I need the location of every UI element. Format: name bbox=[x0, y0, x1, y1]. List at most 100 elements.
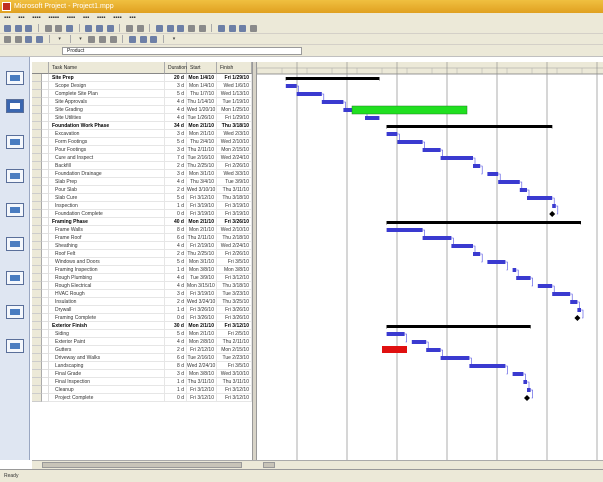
menu-placeholder-8[interactable]: ▪▪▪▪ bbox=[113, 15, 122, 21]
task-name-cell[interactable]: Final Grade bbox=[49, 370, 165, 378]
table-row[interactable]: Slab Prep 4 d Thu 3/4/10 Tue 3/9/10 bbox=[32, 178, 252, 186]
start-cell[interactable]: Thu 2/11/10 bbox=[187, 234, 217, 242]
task-name-cell[interactable]: Inspection bbox=[49, 202, 165, 210]
finish-cell[interactable]: Tue 3/9/10 bbox=[217, 178, 252, 186]
duration-cell[interactable]: 4 d bbox=[165, 282, 187, 290]
table-row[interactable]: Form Footings 5 d Thu 2/4/10 Wed 2/10/10 bbox=[32, 138, 252, 146]
start-cell[interactable]: Fri 3/19/10 bbox=[187, 210, 217, 218]
resource-sheet-view-button[interactable] bbox=[6, 271, 24, 285]
table-row[interactable]: Scope Design 3 d Mon 1/4/10 Wed 1/6/10 bbox=[32, 82, 252, 90]
table-scroll-thumb[interactable] bbox=[42, 462, 242, 468]
save-icon[interactable] bbox=[25, 25, 33, 32]
finish-cell[interactable]: Thu 3/11/10 bbox=[217, 186, 252, 194]
table-row[interactable]: Framing Inspection 1 d Mon 3/8/10 Mon 3/8/1… bbox=[32, 266, 252, 274]
row-header[interactable] bbox=[32, 154, 42, 162]
start-cell[interactable]: Fri 3/26/10 bbox=[187, 314, 217, 322]
duration-cell[interactable]: 4 d bbox=[165, 114, 187, 122]
task-name-cell[interactable]: Framing Phase bbox=[49, 218, 165, 226]
task-name-cell[interactable]: Complete Site Plan bbox=[49, 90, 165, 98]
finish-cell[interactable]: Wed 2/24/10 bbox=[217, 242, 252, 250]
tracking-gantt-view-button[interactable] bbox=[6, 203, 24, 217]
duration-cell[interactable]: 34 d bbox=[165, 122, 187, 130]
duration-cell[interactable]: 1 d bbox=[165, 266, 187, 274]
task-usage-view-button[interactable] bbox=[6, 169, 24, 183]
table-row[interactable]: HVAC Rough 3 d Fri 3/19/10 Tue 3/23/10 bbox=[32, 290, 252, 298]
table-row[interactable]: Driveway and Walks 6 d Tue 2/16/10 Tue 2/23… bbox=[32, 354, 252, 362]
row-header[interactable] bbox=[32, 258, 42, 266]
finish-cell[interactable]: Fri 3/5/10 bbox=[217, 362, 252, 370]
table-row[interactable]: Site Utilities 4 d Tue 1/26/10 Fri 1/29/10 bbox=[32, 114, 252, 122]
table-row[interactable]: Inspection 1 d Fri 3/19/10 Fri 3/19/10 bbox=[32, 202, 252, 210]
task-name-cell[interactable]: Sheathing bbox=[49, 242, 165, 250]
menu-placeholder-7[interactable]: ▪▪▪▪ bbox=[97, 15, 106, 21]
underline-icon[interactable] bbox=[109, 36, 117, 43]
row-header[interactable] bbox=[32, 162, 42, 170]
row-header[interactable] bbox=[32, 186, 42, 194]
row-header[interactable] bbox=[32, 290, 42, 298]
start-cell[interactable]: Wed 3/10/10 bbox=[187, 186, 217, 194]
row-header[interactable] bbox=[32, 178, 42, 186]
row-header[interactable] bbox=[32, 82, 42, 90]
finish-cell[interactable]: Wed 1/13/10 bbox=[217, 90, 252, 98]
task-info-icon[interactable] bbox=[188, 25, 196, 32]
hide-subtasks-icon[interactable] bbox=[36, 36, 44, 43]
duration-cell[interactable]: 8 d bbox=[165, 226, 187, 234]
row-header[interactable] bbox=[32, 74, 42, 82]
table-row[interactable]: Rough Plumbing 4 d Tue 3/9/10 Fri 3/12/10 bbox=[32, 274, 252, 282]
spelling-icon[interactable] bbox=[66, 25, 74, 32]
row-header[interactable] bbox=[32, 378, 42, 386]
row-header[interactable] bbox=[32, 370, 42, 378]
task-name-cell[interactable]: Roof Felt bbox=[49, 250, 165, 258]
row-header[interactable] bbox=[32, 338, 42, 346]
finish-cell[interactable]: Wed 3/3/10 bbox=[217, 170, 252, 178]
network-view-button[interactable] bbox=[6, 135, 24, 149]
start-cell[interactable]: Tue 2/16/10 bbox=[187, 354, 217, 362]
finish-cell[interactable]: Fri 2/5/10 bbox=[217, 330, 252, 338]
task-name-cell[interactable]: Frame Walls bbox=[49, 226, 165, 234]
duration-cell[interactable]: 5 d bbox=[165, 330, 187, 338]
start-cell[interactable]: Mon 2/1/10 bbox=[187, 130, 217, 138]
finish-cell[interactable]: Thu 3/18/10 bbox=[217, 282, 252, 290]
table-row[interactable]: Sheathing 4 d Fri 2/19/10 Wed 2/24/10 bbox=[32, 242, 252, 250]
italic-icon[interactable] bbox=[99, 36, 107, 43]
task-name-cell[interactable]: Cleanup bbox=[49, 386, 165, 394]
finish-cell[interactable]: Fri 3/12/10 bbox=[217, 274, 252, 282]
duration-cell[interactable]: 2 d bbox=[165, 298, 187, 306]
start-cell[interactable]: Mon 2/1/10 bbox=[187, 322, 217, 330]
start-cell[interactable]: Fri 3/12/10 bbox=[187, 394, 217, 402]
table-row[interactable]: Frame Roof 6 d Thu 2/11/10 Thu 2/18/10 bbox=[32, 234, 252, 242]
duration-cell[interactable]: 4 d bbox=[165, 106, 187, 114]
row-header[interactable] bbox=[32, 98, 42, 106]
task-name-cell[interactable]: Cure and Inspect bbox=[49, 154, 165, 162]
finish-cell[interactable]: Fri 3/19/10 bbox=[217, 210, 252, 218]
gantt-scroll-thumb[interactable] bbox=[263, 462, 275, 468]
start-cell[interactable]: Wed 1/20/10 bbox=[187, 106, 217, 114]
gantt-view-button[interactable] bbox=[6, 99, 24, 113]
duration-cell[interactable]: 2 d bbox=[165, 186, 187, 194]
start-cell[interactable]: Mon 3/1/10 bbox=[187, 170, 217, 178]
task-name-cell[interactable]: Rough Electrical bbox=[49, 282, 165, 290]
finish-cell[interactable]: Fri 3/26/10 bbox=[217, 314, 252, 322]
table-row[interactable]: Final Inspection 1 d Thu 3/11/10 Thu 3/11/1… bbox=[32, 378, 252, 386]
finish-cell[interactable]: Wed 1/6/10 bbox=[217, 82, 252, 90]
table-row[interactable]: Windows and Doors 5 d Mon 3/1/10 Fri 3/5/10 bbox=[32, 258, 252, 266]
menu-placeholder-6[interactable]: ▪▪▪ bbox=[83, 15, 89, 21]
task-name-cell[interactable]: Scope Design bbox=[49, 82, 165, 90]
finish-cell[interactable]: Thu 3/25/10 bbox=[217, 298, 252, 306]
finish-cell[interactable]: Tue 2/23/10 bbox=[217, 354, 252, 362]
finish-cell[interactable]: Fri 3/26/10 bbox=[217, 218, 252, 226]
start-cell[interactable]: Mon 2/8/10 bbox=[187, 338, 217, 346]
duration-cell[interactable]: 4 d bbox=[165, 338, 187, 346]
duration-cell[interactable]: 3 d bbox=[165, 130, 187, 138]
finish-cell[interactable]: Mon 2/15/10 bbox=[217, 346, 252, 354]
start-cell[interactable]: Wed 2/24/10 bbox=[187, 362, 217, 370]
task-name-cell[interactable]: Form Footings bbox=[49, 138, 165, 146]
start-cell[interactable]: Fri 2/19/10 bbox=[187, 242, 217, 250]
show-dropdown[interactable]: ▾ bbox=[58, 34, 61, 45]
duration-cell[interactable]: 30 d bbox=[165, 322, 187, 330]
task-name-cell[interactable]: Windows and Doors bbox=[49, 258, 165, 266]
show-subtasks-icon[interactable] bbox=[25, 36, 33, 43]
start-cell[interactable]: Fri 2/12/10 bbox=[187, 346, 217, 354]
duration-cell[interactable]: 1 d bbox=[165, 378, 187, 386]
finish-cell[interactable]: Mon 2/15/10 bbox=[217, 146, 252, 154]
